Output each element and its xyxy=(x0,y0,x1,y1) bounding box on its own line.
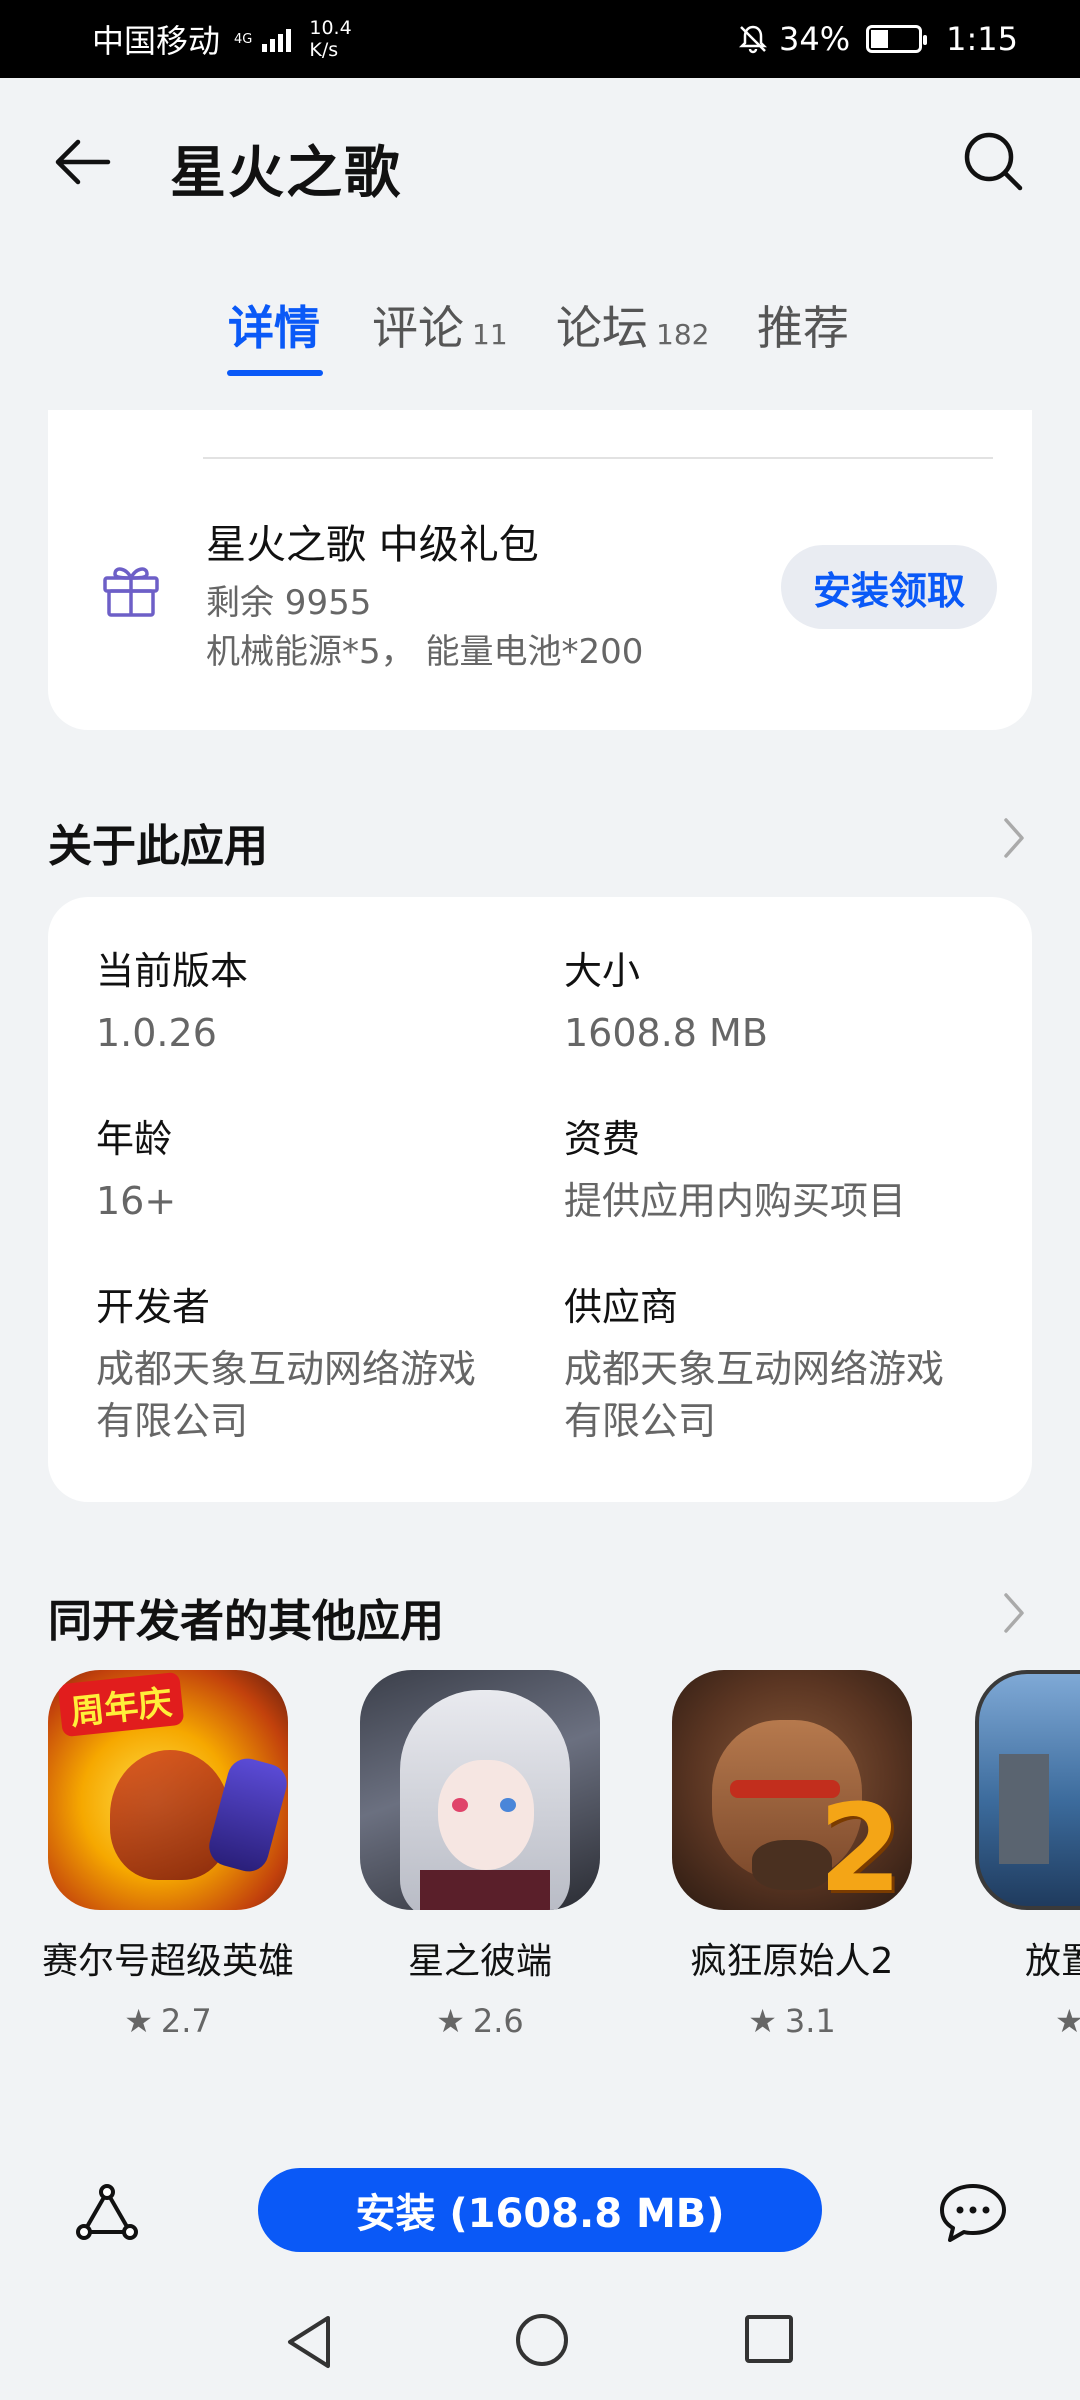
chevron-right-icon[interactable] xyxy=(996,812,1032,864)
status-right: 34% 1:15 xyxy=(737,20,1018,58)
about-card: 当前版本 1.0.26 大小 1608.8 MB 年龄 16+ 资费 提供应用内… xyxy=(48,897,1032,1502)
app-card[interactable]: 放置 ★ xyxy=(975,1670,1080,2040)
tab-bar: 详情 评论 11 论坛 182 推荐 xyxy=(0,292,1080,382)
back-arrow-icon[interactable] xyxy=(50,130,114,194)
app-name: 赛尔号超级英雄 xyxy=(41,1941,294,1982)
gift-items: 机械能源*5， 能量电池*200 xyxy=(206,632,644,672)
version-label: 当前版本 xyxy=(96,949,249,993)
tab-recommend[interactable]: 推荐 xyxy=(757,292,849,358)
supplier-label: 供应商 xyxy=(564,1285,679,1329)
speed-unit: K/s xyxy=(309,39,339,61)
age-value: 16+ xyxy=(96,1179,177,1223)
developer-label: 开发者 xyxy=(96,1285,211,1329)
developer-value-line2: 有限公司 xyxy=(96,1399,249,1443)
app-header: 星火之歌 xyxy=(0,78,1080,248)
fee-value: 提供应用内购买项目 xyxy=(564,1179,907,1223)
info-age: 年龄 16+ xyxy=(96,1115,526,1227)
developer-value-line1: 成都天象互动网络游戏 xyxy=(96,1347,477,1391)
tab-details[interactable]: 详情 xyxy=(228,292,320,358)
battery-icon xyxy=(866,25,928,53)
app-name: 星之彼端 xyxy=(407,1941,552,1982)
croods-app-icon: 2 xyxy=(672,1670,912,1910)
warship-app-icon xyxy=(975,1670,1080,1910)
star-end-app-icon xyxy=(360,1670,600,1910)
search-icon[interactable] xyxy=(960,128,1026,194)
app-card[interactable]: 2 疯狂原始人2 ★ 3.1 xyxy=(662,1670,922,2040)
nav-recents-icon[interactable] xyxy=(744,2314,794,2364)
system-nav-bar xyxy=(0,2290,1080,2400)
signal-icon xyxy=(262,26,292,52)
app-name: 疯狂原始人2 xyxy=(690,1941,894,1982)
divider xyxy=(203,457,993,459)
developer-value: 成都天象互动网络游戏 有限公司 xyxy=(96,1343,526,1447)
carrier-label: 中国移动 xyxy=(92,22,221,60)
info-fee: 资费 提供应用内购买项目 xyxy=(564,1115,994,1227)
gift-card: 星火之歌 中级礼包 剩余 9955 机械能源*5， 能量电池*200 安装领取 xyxy=(48,410,1032,730)
app-card[interactable]: 周年庆 赛尔号超级英雄 ★ 2.7 xyxy=(38,1670,298,2040)
seer-hero-app-icon: 周年庆 xyxy=(48,1670,288,1910)
size-label: 大小 xyxy=(564,949,641,993)
app-icon-number: 2 xyxy=(818,1780,903,1910)
clock: 1:15 xyxy=(946,20,1018,58)
rating-value: 3.1 xyxy=(784,2002,836,2040)
about-section-title[interactable]: 关于此应用 xyxy=(48,810,268,874)
developer-apps-title[interactable]: 同开发者的其他应用 xyxy=(48,1585,444,1649)
supplier-value: 成都天象互动网络游戏 有限公司 xyxy=(564,1343,994,1447)
comment-icon[interactable] xyxy=(936,2176,1010,2250)
supplier-value-line1: 成都天象互动网络游戏 xyxy=(564,1347,945,1391)
network-speed: 10.4 K/s xyxy=(309,17,351,61)
developer-apps-list: 周年庆 赛尔号超级英雄 ★ 2.7 星之彼端 ★ 2.6 2 疯狂原始人2 ★ … xyxy=(0,1670,1080,2070)
gift-icon xyxy=(103,567,159,617)
tab-reviews-label: 评论 xyxy=(372,301,464,355)
app-rating: ★ xyxy=(975,2002,1080,2040)
speed-value: 10.4 xyxy=(309,17,352,39)
tab-details-label: 详情 xyxy=(228,301,320,355)
app-card[interactable]: 星之彼端 ★ 2.6 xyxy=(350,1670,610,2040)
fee-label: 资费 xyxy=(564,1117,641,1161)
status-left: 中国移动 4G 10.4 K/s xyxy=(92,16,352,62)
tab-forum-count: 182 xyxy=(656,318,710,351)
rating-value: 2.6 xyxy=(472,2002,524,2040)
tab-indicator xyxy=(227,370,323,376)
app-rating: ★ 3.1 xyxy=(662,2002,922,2040)
install-claim-button[interactable]: 安装领取 xyxy=(781,545,997,629)
age-label: 年龄 xyxy=(96,1117,173,1161)
tab-forum-label: 论坛 xyxy=(556,301,648,355)
info-supplier: 供应商 成都天象互动网络游戏 有限公司 xyxy=(564,1283,994,1447)
rating-value: 2.7 xyxy=(160,2002,212,2040)
tab-recommend-label: 推荐 xyxy=(757,301,849,355)
supplier-value-line2: 有限公司 xyxy=(564,1399,717,1443)
size-value: 1608.8 MB xyxy=(564,1011,768,1055)
star-icon: ★ xyxy=(436,2002,465,2040)
app-icon-banner: 周年庆 xyxy=(57,1671,185,1738)
status-bar: 中国移动 4G 10.4 K/s 34% 1:15 xyxy=(0,0,1080,78)
info-developer: 开发者 成都天象互动网络游戏 有限公司 xyxy=(96,1283,526,1447)
page-title: 星火之歌 xyxy=(170,141,402,206)
battery-percent: 34% xyxy=(779,20,851,58)
tab-reviews[interactable]: 评论 11 xyxy=(372,292,508,358)
nav-home-icon[interactable] xyxy=(514,2312,570,2368)
gift-title: 星火之歌 中级礼包 xyxy=(206,522,539,568)
nav-back-icon[interactable] xyxy=(282,2312,338,2372)
share-icon[interactable] xyxy=(70,2176,144,2250)
star-icon: ★ xyxy=(124,2002,153,2040)
info-size: 大小 1608.8 MB xyxy=(564,947,994,1059)
gift-remaining: 剩余 9955 xyxy=(206,583,372,623)
version-value: 1.0.26 xyxy=(96,1011,217,1055)
network-type: 4G xyxy=(234,31,253,47)
app-name: 放置 xyxy=(1025,1941,1080,1982)
info-version: 当前版本 1.0.26 xyxy=(96,947,526,1059)
app-rating: ★ 2.6 xyxy=(350,2002,610,2040)
tab-forum[interactable]: 论坛 182 xyxy=(556,292,709,358)
chevron-right-icon[interactable] xyxy=(996,1587,1032,1639)
tab-reviews-count: 11 xyxy=(472,318,508,351)
star-icon: ★ xyxy=(748,2002,777,2040)
app-rating: ★ 2.7 xyxy=(38,2002,298,2040)
mute-bell-icon xyxy=(738,25,768,54)
install-button[interactable]: 安装 (1608.8 MB) xyxy=(258,2168,822,2252)
star-icon: ★ xyxy=(1055,2002,1080,2040)
bottom-action-bar: 安装 (1608.8 MB) xyxy=(0,2140,1080,2270)
